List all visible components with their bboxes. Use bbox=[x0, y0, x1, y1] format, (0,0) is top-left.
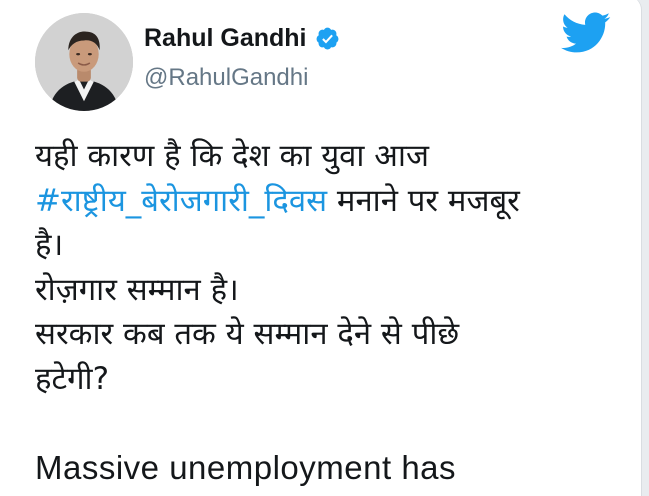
tweet-card[interactable]: Rahul Gandhi @RahulGandhi यही कारण है कि… bbox=[0, 0, 642, 496]
tweet-line: सरकार कब तक ये सम्मान देने से पीछे bbox=[35, 316, 460, 352]
author-display-name[interactable]: Rahul Gandhi bbox=[144, 26, 307, 51]
verified-badge-icon bbox=[315, 26, 340, 51]
tweet-line: Massive unemployment has bbox=[35, 448, 457, 486]
author-name-row: Rahul Gandhi bbox=[144, 26, 340, 51]
avatar-photo-icon bbox=[35, 13, 133, 111]
tweet-line: हटेगी? bbox=[35, 360, 110, 397]
author-handle[interactable]: @RahulGandhi bbox=[144, 66, 308, 90]
tweet-line: #राष्ट्रीय_बेरोजगारी_दिवस मनाने पर मजबूर bbox=[35, 179, 625, 224]
tweet-line-rest: मनाने पर मजबूर bbox=[327, 182, 520, 219]
tweet-line: है। bbox=[35, 227, 64, 263]
author-avatar[interactable] bbox=[35, 13, 133, 111]
tweet-line: रोज़गार सम्मान है। bbox=[35, 271, 239, 308]
twitter-bird-icon[interactable] bbox=[561, 12, 611, 54]
tweet-text: यही कारण है कि देश का युवा आज #राष्ट्रीय… bbox=[35, 134, 625, 490]
hashtag-link[interactable]: #राष्ट्रीय_बेरोजगारी_दिवस bbox=[35, 183, 327, 219]
tweet-line: यही कारण है कि देश का युवा आज bbox=[35, 138, 429, 174]
